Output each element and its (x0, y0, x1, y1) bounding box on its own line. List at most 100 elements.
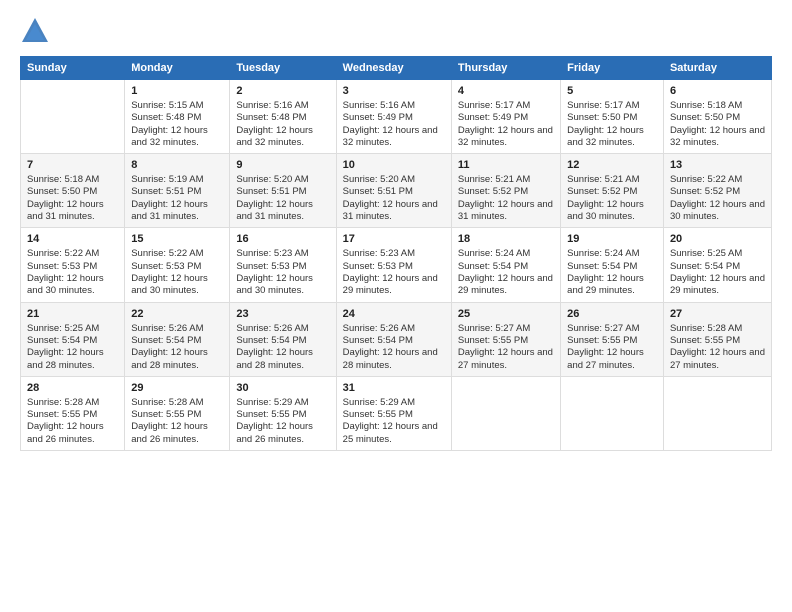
calendar-cell: 17Sunrise: 5:23 AMSunset: 5:53 PMDayligh… (336, 228, 451, 302)
day-number: 6 (670, 84, 765, 99)
cell-info: Sunrise: 5:26 AMSunset: 5:54 PMDaylight:… (236, 323, 329, 372)
cell-info: Sunrise: 5:23 AMSunset: 5:53 PMDaylight:… (343, 248, 445, 297)
cell-info: Sunrise: 5:20 AMSunset: 5:51 PMDaylight:… (343, 174, 445, 223)
cell-info: Sunrise: 5:26 AMSunset: 5:54 PMDaylight:… (131, 323, 223, 372)
day-number: 26 (567, 307, 657, 322)
cell-info: Sunrise: 5:28 AMSunset: 5:55 PMDaylight:… (670, 323, 765, 372)
cell-info: Sunrise: 5:29 AMSunset: 5:55 PMDaylight:… (236, 397, 329, 446)
weekday-header: Monday (125, 57, 230, 80)
day-number: 15 (131, 232, 223, 247)
calendar-cell: 11Sunrise: 5:21 AMSunset: 5:52 PMDayligh… (451, 154, 560, 228)
cell-info: Sunrise: 5:19 AMSunset: 5:51 PMDaylight:… (131, 174, 223, 223)
cell-info: Sunrise: 5:25 AMSunset: 5:54 PMDaylight:… (27, 323, 118, 372)
day-number: 24 (343, 307, 445, 322)
day-number: 17 (343, 232, 445, 247)
cell-info: Sunrise: 5:15 AMSunset: 5:48 PMDaylight:… (131, 100, 223, 149)
cell-info: Sunrise: 5:22 AMSunset: 5:52 PMDaylight:… (670, 174, 765, 223)
day-number: 14 (27, 232, 118, 247)
cell-info: Sunrise: 5:27 AMSunset: 5:55 PMDaylight:… (458, 323, 554, 372)
cell-info: Sunrise: 5:26 AMSunset: 5:54 PMDaylight:… (343, 323, 445, 372)
cell-info: Sunrise: 5:21 AMSunset: 5:52 PMDaylight:… (458, 174, 554, 223)
day-number: 4 (458, 84, 554, 99)
calendar-cell: 19Sunrise: 5:24 AMSunset: 5:54 PMDayligh… (561, 228, 664, 302)
day-number: 30 (236, 381, 329, 396)
calendar-cell: 31Sunrise: 5:29 AMSunset: 5:55 PMDayligh… (336, 376, 451, 450)
calendar-cell: 5Sunrise: 5:17 AMSunset: 5:50 PMDaylight… (561, 80, 664, 154)
weekday-header: Saturday (663, 57, 771, 80)
cell-info: Sunrise: 5:18 AMSunset: 5:50 PMDaylight:… (670, 100, 765, 149)
day-number: 25 (458, 307, 554, 322)
cell-info: Sunrise: 5:27 AMSunset: 5:55 PMDaylight:… (567, 323, 657, 372)
calendar-cell: 28Sunrise: 5:28 AMSunset: 5:55 PMDayligh… (21, 376, 125, 450)
day-number: 8 (131, 158, 223, 173)
logo (20, 16, 54, 46)
cell-info: Sunrise: 5:17 AMSunset: 5:50 PMDaylight:… (567, 100, 657, 149)
calendar-cell: 24Sunrise: 5:26 AMSunset: 5:54 PMDayligh… (336, 302, 451, 376)
calendar-cell: 6Sunrise: 5:18 AMSunset: 5:50 PMDaylight… (663, 80, 771, 154)
cell-info: Sunrise: 5:28 AMSunset: 5:55 PMDaylight:… (27, 397, 118, 446)
calendar-cell: 25Sunrise: 5:27 AMSunset: 5:55 PMDayligh… (451, 302, 560, 376)
calendar-cell: 22Sunrise: 5:26 AMSunset: 5:54 PMDayligh… (125, 302, 230, 376)
calendar-cell (21, 80, 125, 154)
calendar-cell: 8Sunrise: 5:19 AMSunset: 5:51 PMDaylight… (125, 154, 230, 228)
calendar-cell: 3Sunrise: 5:16 AMSunset: 5:49 PMDaylight… (336, 80, 451, 154)
calendar-cell: 9Sunrise: 5:20 AMSunset: 5:51 PMDaylight… (230, 154, 336, 228)
calendar-cell (663, 376, 771, 450)
day-number: 10 (343, 158, 445, 173)
main-container: SundayMondayTuesdayWednesdayThursdayFrid… (0, 0, 792, 461)
calendar-week-row: 7Sunrise: 5:18 AMSunset: 5:50 PMDaylight… (21, 154, 772, 228)
day-number: 20 (670, 232, 765, 247)
calendar-cell: 12Sunrise: 5:21 AMSunset: 5:52 PMDayligh… (561, 154, 664, 228)
weekday-header: Sunday (21, 57, 125, 80)
day-number: 2 (236, 84, 329, 99)
logo-icon (20, 16, 50, 46)
cell-info: Sunrise: 5:16 AMSunset: 5:48 PMDaylight:… (236, 100, 329, 149)
calendar-cell: 16Sunrise: 5:23 AMSunset: 5:53 PMDayligh… (230, 228, 336, 302)
cell-info: Sunrise: 5:23 AMSunset: 5:53 PMDaylight:… (236, 248, 329, 297)
calendar-cell: 13Sunrise: 5:22 AMSunset: 5:52 PMDayligh… (663, 154, 771, 228)
day-number: 11 (458, 158, 554, 173)
cell-info: Sunrise: 5:22 AMSunset: 5:53 PMDaylight:… (27, 248, 118, 297)
day-number: 16 (236, 232, 329, 247)
day-number: 12 (567, 158, 657, 173)
cell-info: Sunrise: 5:16 AMSunset: 5:49 PMDaylight:… (343, 100, 445, 149)
weekday-header: Friday (561, 57, 664, 80)
cell-info: Sunrise: 5:18 AMSunset: 5:50 PMDaylight:… (27, 174, 118, 223)
day-number: 13 (670, 158, 765, 173)
calendar-cell: 20Sunrise: 5:25 AMSunset: 5:54 PMDayligh… (663, 228, 771, 302)
calendar-cell (451, 376, 560, 450)
weekday-header: Wednesday (336, 57, 451, 80)
calendar-cell: 2Sunrise: 5:16 AMSunset: 5:48 PMDaylight… (230, 80, 336, 154)
day-number: 28 (27, 381, 118, 396)
calendar-cell: 4Sunrise: 5:17 AMSunset: 5:49 PMDaylight… (451, 80, 560, 154)
day-number: 31 (343, 381, 445, 396)
cell-info: Sunrise: 5:24 AMSunset: 5:54 PMDaylight:… (567, 248, 657, 297)
day-number: 5 (567, 84, 657, 99)
calendar-cell: 21Sunrise: 5:25 AMSunset: 5:54 PMDayligh… (21, 302, 125, 376)
calendar-table: SundayMondayTuesdayWednesdayThursdayFrid… (20, 56, 772, 451)
calendar-week-row: 14Sunrise: 5:22 AMSunset: 5:53 PMDayligh… (21, 228, 772, 302)
day-number: 19 (567, 232, 657, 247)
calendar-cell: 7Sunrise: 5:18 AMSunset: 5:50 PMDaylight… (21, 154, 125, 228)
calendar-cell: 14Sunrise: 5:22 AMSunset: 5:53 PMDayligh… (21, 228, 125, 302)
calendar-cell: 23Sunrise: 5:26 AMSunset: 5:54 PMDayligh… (230, 302, 336, 376)
calendar-cell (561, 376, 664, 450)
day-number: 29 (131, 381, 223, 396)
calendar-cell: 27Sunrise: 5:28 AMSunset: 5:55 PMDayligh… (663, 302, 771, 376)
cell-info: Sunrise: 5:22 AMSunset: 5:53 PMDaylight:… (131, 248, 223, 297)
weekday-header: Thursday (451, 57, 560, 80)
calendar-cell: 1Sunrise: 5:15 AMSunset: 5:48 PMDaylight… (125, 80, 230, 154)
calendar-cell: 18Sunrise: 5:24 AMSunset: 5:54 PMDayligh… (451, 228, 560, 302)
day-number: 9 (236, 158, 329, 173)
calendar-week-row: 21Sunrise: 5:25 AMSunset: 5:54 PMDayligh… (21, 302, 772, 376)
day-number: 18 (458, 232, 554, 247)
cell-info: Sunrise: 5:28 AMSunset: 5:55 PMDaylight:… (131, 397, 223, 446)
header (20, 16, 772, 46)
calendar-cell: 29Sunrise: 5:28 AMSunset: 5:55 PMDayligh… (125, 376, 230, 450)
day-number: 27 (670, 307, 765, 322)
header-row: SundayMondayTuesdayWednesdayThursdayFrid… (21, 57, 772, 80)
day-number: 7 (27, 158, 118, 173)
day-number: 21 (27, 307, 118, 322)
cell-info: Sunrise: 5:20 AMSunset: 5:51 PMDaylight:… (236, 174, 329, 223)
calendar-cell: 10Sunrise: 5:20 AMSunset: 5:51 PMDayligh… (336, 154, 451, 228)
